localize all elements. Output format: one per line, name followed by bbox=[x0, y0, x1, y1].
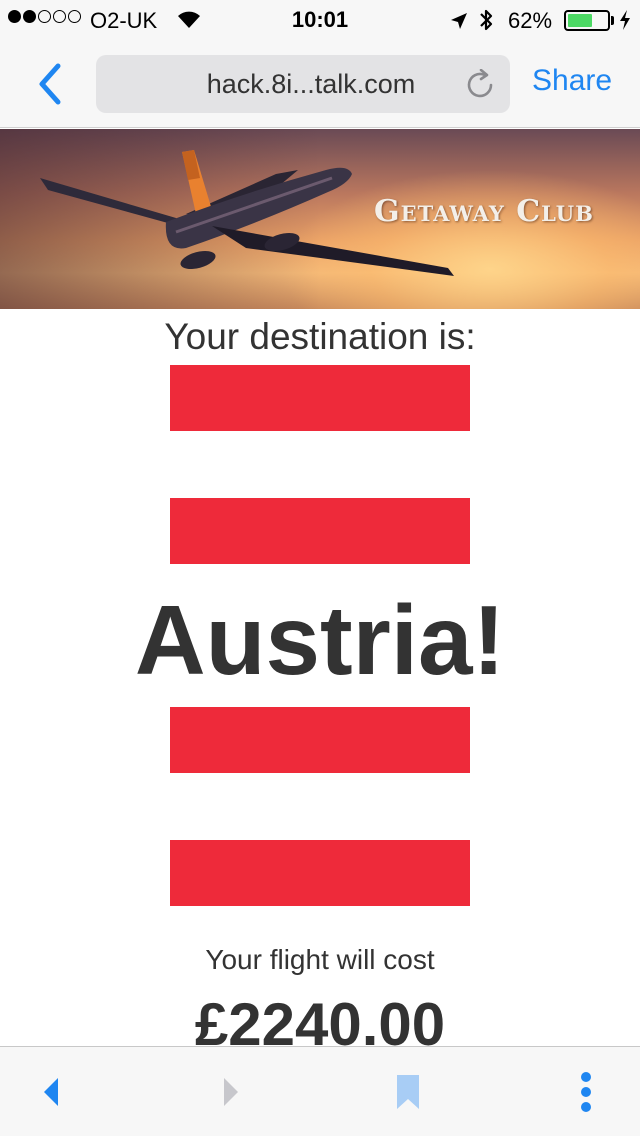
destination-label: Your destination is: bbox=[164, 316, 476, 357]
flag-stripe bbox=[170, 365, 470, 431]
address-bar[interactable]: hack.8i...talk.com bbox=[96, 55, 510, 113]
back-button[interactable] bbox=[36, 62, 72, 106]
status-bar: O2-UK 10:01 62% bbox=[0, 0, 640, 40]
bluetooth-icon bbox=[478, 7, 494, 39]
reload-icon[interactable] bbox=[464, 68, 496, 106]
flag-stripe bbox=[170, 707, 470, 773]
cost-label: Your flight will cost bbox=[205, 944, 435, 975]
destination-country: Austria! bbox=[134, 585, 506, 695]
charging-icon bbox=[618, 9, 632, 37]
bookmarks-button[interactable] bbox=[378, 1047, 438, 1136]
browser-toolbar bbox=[0, 1046, 640, 1136]
location-arrow-icon bbox=[450, 10, 468, 36]
battery-percent: 62% bbox=[508, 8, 553, 33]
brand-logo: Getaway Club bbox=[374, 194, 594, 229]
toolbar-back-button[interactable] bbox=[22, 1047, 82, 1136]
battery-nub bbox=[611, 16, 614, 25]
url-text: hack.8i...talk.com bbox=[206, 69, 416, 99]
share-button[interactable]: Share bbox=[532, 64, 612, 98]
flag-stripe bbox=[170, 840, 470, 906]
chevron-left-icon bbox=[39, 63, 61, 105]
flag-stripe bbox=[170, 498, 470, 564]
more-button[interactable] bbox=[556, 1047, 616, 1136]
bookmark-icon bbox=[397, 1075, 419, 1109]
battery-icon bbox=[564, 10, 610, 31]
toolbar-forward-button[interactable] bbox=[200, 1047, 260, 1136]
browser-nav-bar: hack.8i...talk.com Share bbox=[0, 40, 640, 128]
more-icon bbox=[581, 1072, 591, 1112]
back-arrow-icon bbox=[44, 1078, 58, 1106]
forward-arrow-icon bbox=[224, 1078, 238, 1106]
